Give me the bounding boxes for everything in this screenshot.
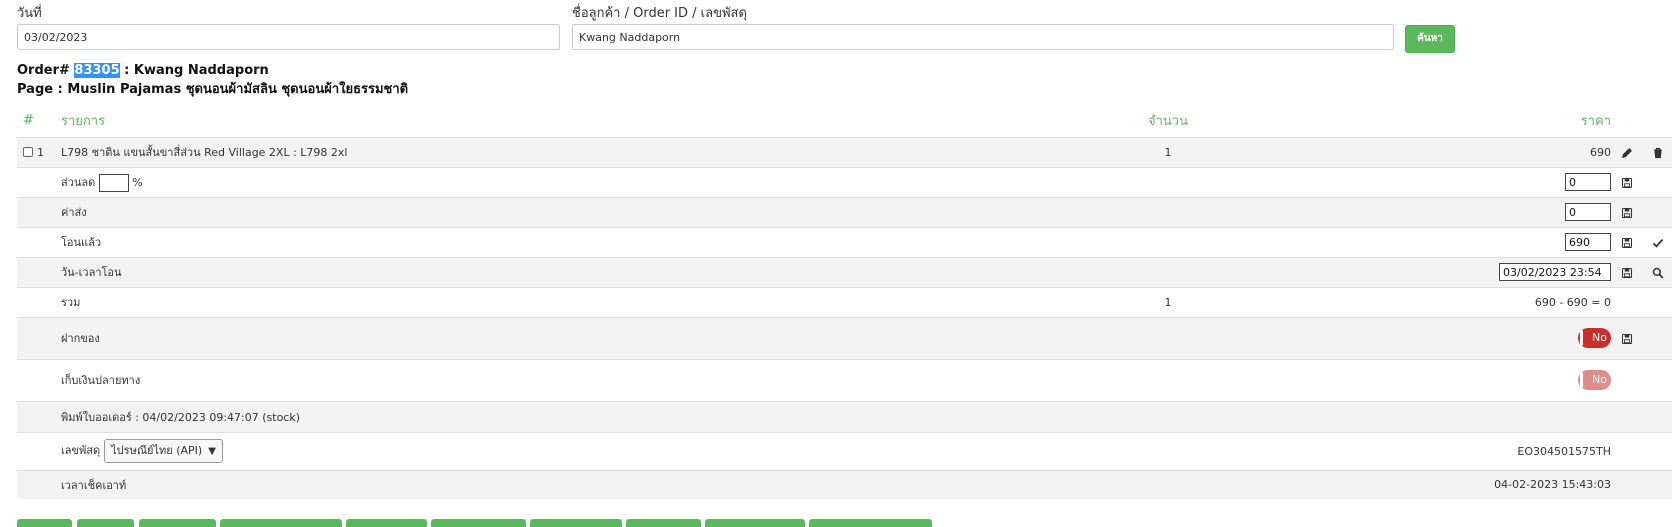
trash-icon[interactable] xyxy=(1652,147,1664,159)
customer-search-group: ชื่อลูกค้า / Order ID / เลขพัสดุ xyxy=(572,4,1394,50)
checkout-time: 04-02-2023 15:43:03 xyxy=(1213,469,1611,499)
date-label: วันที่ xyxy=(17,6,42,21)
table-row-total: รวม 1 690 - 690 = 0 xyxy=(17,286,1672,317)
date-input[interactable] xyxy=(17,24,560,50)
action-button-3[interactable] xyxy=(139,519,216,527)
col-header-price: ราคา xyxy=(1580,113,1611,129)
action-button-10[interactable] xyxy=(809,519,932,527)
percent-sign: % xyxy=(132,175,143,189)
cod-toggle[interactable]: No xyxy=(1578,370,1611,390)
floppy-disk-icon[interactable] xyxy=(1621,237,1633,249)
checkout-label: เวลาเช็คเอาท์ xyxy=(61,469,1123,499)
floppy-disk-icon[interactable] xyxy=(1621,267,1633,279)
action-button-1[interactable] xyxy=(17,519,72,527)
customer-label: ชื่อลูกค้า / Order ID / เลขพัสดุ xyxy=(572,6,747,21)
shipping-value-input[interactable] xyxy=(1565,203,1611,221)
action-button-7[interactable] xyxy=(530,519,622,527)
check-icon[interactable] xyxy=(1652,237,1664,249)
order-title: Order# 83305 : Kwang Naddaporn xyxy=(17,61,408,80)
col-header-item: รายการ xyxy=(61,113,106,129)
carrier-selected: ไปรษณีย์ไทย (API) xyxy=(111,444,203,457)
transferred-label: โอนแล้ว xyxy=(61,226,1123,257)
discount-label: ส่วนลด xyxy=(61,175,96,189)
action-button-4[interactable] xyxy=(220,519,342,527)
pencil-icon[interactable] xyxy=(1621,147,1633,159)
total-value: 690 - 690 = 0 xyxy=(1213,286,1611,317)
date-search-group: วันที่ xyxy=(17,4,560,50)
cod-label: เก็บเงินปลายทาง xyxy=(61,358,1123,401)
printed-order-text: พิมพ์ใบออเดอร์ : 04/02/2023 09:47:07 (st… xyxy=(61,400,1123,432)
discount-percent-input[interactable] xyxy=(98,173,129,192)
order-prefix: Order# xyxy=(17,63,75,78)
action-button-9[interactable] xyxy=(705,519,805,527)
item-qty: 1 xyxy=(1123,136,1213,167)
customer-search-input[interactable] xyxy=(572,24,1394,50)
shipping-label: ค่าส่ง xyxy=(61,196,1123,227)
table-row-shipping: ค่าส่ง xyxy=(17,196,1672,227)
item-checkbox[interactable] xyxy=(23,146,33,157)
action-button-6[interactable] xyxy=(431,519,526,527)
table-row-checkout: เวลาเช็คเอาท์ 04-02-2023 15:43:03 xyxy=(17,469,1672,499)
table-row-tracking: เลขพัสดุ ไปรษณีย์ไทย (API) ▼ EO304501575TH xyxy=(17,431,1672,470)
order-header: Order# 83305 : Kwang Naddaporn Page : Mu… xyxy=(17,61,408,99)
table-row-item: 1 L798 ชาติน แขนสั้นขาสี่ส่วน Red Villag… xyxy=(17,136,1672,167)
table-row-discount: ส่วนลด % xyxy=(17,166,1672,197)
item-price: 690 xyxy=(1213,136,1611,167)
chevron-down-icon: ▼ xyxy=(208,446,216,457)
transferred-value-input[interactable] xyxy=(1565,233,1611,251)
floppy-disk-icon[interactable] xyxy=(1621,177,1633,189)
floppy-disk-icon[interactable] xyxy=(1621,207,1633,219)
total-qty: 1 xyxy=(1123,286,1213,317)
table-row-printed: พิมพ์ใบออเดอร์ : 04/02/2023 09:47:07 (st… xyxy=(17,400,1672,432)
table-row-deposit: ฝากของ No xyxy=(17,316,1672,359)
table-row-transferred: โอนแล้ว xyxy=(17,226,1672,257)
search-icon[interactable] xyxy=(1652,267,1664,279)
table-row-cod: เก็บเงินปลายทาง No xyxy=(17,358,1672,401)
discount-value-input[interactable] xyxy=(1565,173,1611,191)
col-header-hash: # xyxy=(23,112,34,128)
search-button[interactable]: ค้นหา xyxy=(1405,25,1455,53)
col-header-qty: จำนวน xyxy=(1148,113,1188,129)
total-label: รวม xyxy=(61,286,1123,317)
action-button-2[interactable] xyxy=(77,519,134,527)
order-items-table: # รายการ จำนวน ราคา 1 L798 ชาติน แขนสั้น… xyxy=(17,104,1672,499)
item-name: L798 ชาติน แขนสั้นขาสี่ส่วน Red Village … xyxy=(61,136,1123,167)
transfer-time-label: วัน-เวลาโอน xyxy=(61,256,1123,287)
item-number: 1 xyxy=(37,145,44,159)
order-customer: : Kwang Naddaporn xyxy=(119,63,269,78)
action-button-8[interactable] xyxy=(626,519,701,527)
tracking-label: เลขพัสดุ xyxy=(61,444,101,457)
tracking-number[interactable]: EO304501575TH xyxy=(1213,431,1611,470)
order-page-line: Page : Muslin Pajamas ชุดนอนผ้ามัสลิน ชุ… xyxy=(17,82,409,97)
carrier-select[interactable]: ไปรษณีย์ไทย (API) ▼ xyxy=(104,439,223,463)
order-id: 83305 xyxy=(74,63,120,78)
transfer-time-input[interactable] xyxy=(1499,263,1611,281)
table-row-transfer-time: วัน-เวลาโอน xyxy=(17,256,1672,287)
deposit-label: ฝากของ xyxy=(61,316,1123,359)
floppy-disk-icon[interactable] xyxy=(1621,333,1633,345)
deposit-toggle[interactable]: No xyxy=(1578,328,1611,348)
action-button-5[interactable] xyxy=(346,519,427,527)
